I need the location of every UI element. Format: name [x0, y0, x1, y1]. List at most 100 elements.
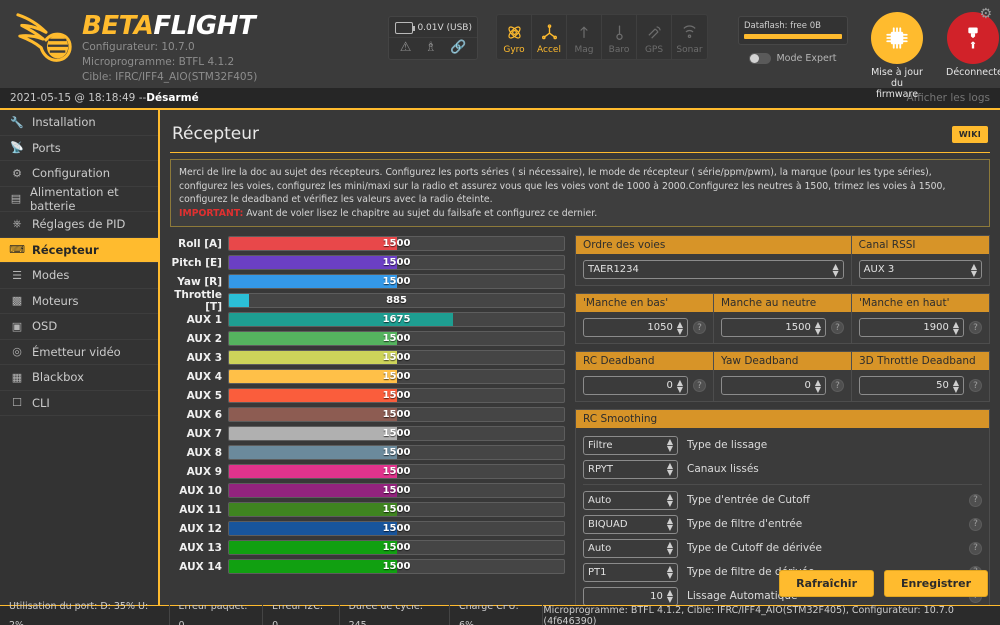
stick-center-input[interactable]: 1500 ▲ ▼	[721, 318, 826, 337]
help-icon[interactable]: ?	[969, 321, 982, 334]
smoothing-channels-select[interactable]: RPYT ▲ ▼	[583, 459, 678, 479]
dataflash-progress	[744, 34, 842, 39]
derivative-cutoff-select[interactable]: Auto ▲ ▼	[583, 538, 678, 558]
sidebar-label: Alimentation et batterie	[30, 184, 119, 213]
spinner-icon[interactable]: ▲ ▼	[953, 378, 959, 393]
sidebar-item-modes[interactable]: ☰ Modes	[0, 263, 158, 289]
spinner-icon[interactable]: ▲ ▼	[677, 320, 683, 335]
help-icon[interactable]: ?	[969, 517, 982, 531]
channel-label: AUX 10	[179, 484, 222, 497]
input-cutoff-select[interactable]: Auto ▲ ▼	[583, 490, 678, 510]
rc-deadband-input[interactable]: 0 ▲ ▼	[583, 376, 688, 395]
sidebar-item-osd[interactable]: ▣ OSD	[0, 314, 158, 340]
auto-smoothness-input[interactable]: 10 ▲ ▼	[583, 586, 678, 605]
help-icon[interactable]: ?	[831, 321, 844, 334]
channel-label: AUX 14	[179, 560, 222, 573]
auto-smoothness-input-wrap: 10 ▲ ▼	[583, 586, 678, 605]
yaw-deadband-col: Yaw Deadband 0 ▲ ▼ ?	[714, 352, 852, 401]
help-icon[interactable]: ?	[969, 541, 982, 555]
wiki-button[interactable]: WIKI	[951, 125, 988, 143]
input-cutoff-value: Auto	[588, 494, 612, 506]
sidebar-item-power-battery[interactable]: ▤ Alimentation et batterie	[0, 184, 158, 213]
channel-bar: 1500	[228, 407, 565, 422]
spinner-icon[interactable]: ▲ ▼	[815, 320, 821, 335]
throttle-deadband-input[interactable]: 50 ▲ ▼	[859, 376, 964, 395]
smoothing-type-value: Filtre	[588, 439, 613, 451]
sidebar-item-ports[interactable]: 📡 Ports	[0, 136, 158, 161]
spinner-icon[interactable]: ▲ ▼	[815, 378, 821, 393]
channel-value: 1500	[382, 542, 411, 553]
sidebar-item-cli[interactable]: ☐ CLI	[0, 391, 158, 416]
note-important-label: IMPORTANT:	[179, 207, 244, 219]
smoothing-channels-select-wrap: RPYT ▲ ▼	[583, 459, 678, 479]
stick-low-input[interactable]: 1050 ▲ ▼	[583, 318, 688, 337]
yaw-deadband-header: Yaw Deadband	[714, 352, 851, 370]
sidebar-item-installation[interactable]: 🔧 Installation	[0, 110, 158, 136]
derivative-filter-select[interactable]: PT1 ▲ ▼	[583, 562, 678, 582]
sidebar-label: Émetteur vidéo	[32, 344, 121, 359]
stick-center-col: Manche au neutre 1500 ▲ ▼ ?	[714, 294, 852, 343]
link-icon[interactable]: 🔗	[450, 41, 466, 54]
smoothing-row-type: Filtre ▲ ▼ Type de lissage	[583, 433, 982, 457]
channel-value: 1500	[382, 238, 411, 249]
sidebar-item-configuration[interactable]: ⚙ Configuration	[0, 161, 158, 187]
rc-deadband-col: RC Deadband 0 ▲ ▼ ?	[576, 352, 714, 401]
settings-gear-icon[interactable]: ⚙	[979, 6, 992, 22]
expert-mode-row[interactable]: Mode Expert	[738, 53, 848, 64]
channel-value: 1500	[382, 561, 411, 572]
firmware-flasher-button[interactable]: Mise à jour du firmware	[870, 12, 924, 100]
stick-high-input[interactable]: 1900 ▲ ▼	[859, 318, 964, 337]
sidebar-item-vtx[interactable]: ◎ Émetteur vidéo	[0, 340, 158, 365]
help-icon[interactable]: ?	[693, 321, 706, 334]
compass-icon	[567, 20, 601, 44]
sidebar-item-motors[interactable]: ▩ Moteurs	[0, 289, 158, 314]
throttle-deadband-header: 3D Throttle Deadband	[852, 352, 989, 370]
sonar-icon	[672, 20, 707, 44]
input-filter-label: Type de filtre d'entrée	[687, 518, 803, 530]
receiver-settings-panel: Ordre des voies TAER1234 ▲ ▼ Canal RSSI AU…	[575, 235, 990, 605]
throttle-deadband-col: 3D Throttle Deadband 50 ▲ ▼ ?	[852, 352, 989, 401]
sensor-accel-label: Accel	[537, 45, 561, 55]
modes-icon: ☰	[12, 268, 22, 282]
help-icon[interactable]: ?	[693, 379, 706, 392]
help-icon[interactable]: ?	[831, 379, 844, 392]
spinner-icon[interactable]: ▲ ▼	[677, 378, 683, 393]
input-filter-select[interactable]: BIQUAD ▲ ▼	[583, 514, 678, 534]
stick-high-header: 'Manche en haut'	[852, 294, 989, 312]
sidebar-item-pid-tuning[interactable]: ⎈ Réglages de PID	[0, 212, 158, 238]
channel-row: AUX 3 1500	[170, 349, 565, 366]
channel-bar: 1500	[228, 559, 565, 574]
chevron-updown-icon: ▲ ▼	[666, 492, 673, 508]
sensor-accel: Accel	[532, 15, 567, 59]
warning-icon[interactable]: ⚠	[400, 41, 412, 54]
deadband-cols: RC Deadband 0 ▲ ▼ ? Yaw Deadband 0 ▲ ▼ ?…	[576, 352, 989, 401]
target-name: Cible: IFRC/IFF4_AIO(STM32F405)	[82, 71, 258, 83]
firmware-button-label: Mise à jour du firmware	[871, 67, 923, 100]
sidebar-item-receiver[interactable]: ⌨ Récepteur	[0, 237, 158, 263]
refresh-button[interactable]: Rafraîchir	[779, 570, 874, 597]
brand-beta: BETA	[82, 11, 154, 41]
rssi-channel-header: Canal RSSI	[851, 236, 989, 254]
yaw-deadband-input[interactable]: 0 ▲ ▼	[721, 376, 826, 395]
smoothing-type-select[interactable]: Filtre ▲ ▼	[583, 435, 678, 455]
spinner-icon[interactable]: ▲ ▼	[667, 589, 673, 604]
help-icon[interactable]: ?	[969, 493, 982, 507]
channel-bar: 1500	[228, 274, 565, 289]
save-button[interactable]: Enregistrer	[884, 570, 988, 597]
channel-value: 1500	[382, 428, 411, 439]
chevron-updown-icon: ▲ ▼	[832, 261, 839, 278]
help-icon[interactable]: ?	[969, 379, 982, 392]
rssi-channel-select[interactable]: AUX 3 ▲ ▼	[858, 260, 982, 279]
firmware-info-footer: Microprogramme: BTFL 4.1.2, Cible: IFRC/…	[543, 604, 954, 625]
channel-row: AUX 4 1500	[170, 368, 565, 385]
main-content: Récepteur WIKI Merci de lire la doc au s…	[160, 110, 1000, 605]
parachute-failsafe-icon[interactable]: ♗	[425, 41, 437, 54]
sidebar-item-blackbox[interactable]: ▦ Blackbox	[0, 365, 158, 391]
channel-bar: 1500	[228, 236, 565, 251]
spinner-icon[interactable]: ▲ ▼	[953, 320, 959, 335]
expert-mode-toggle[interactable]	[749, 53, 772, 64]
channel-map-select[interactable]: TAER1234 ▲ ▼	[583, 260, 844, 279]
channel-map-body: TAER1234 ▲ ▼	[576, 254, 851, 285]
sidebar-label: OSD	[32, 319, 58, 334]
channel-bar: 1675	[228, 312, 565, 327]
